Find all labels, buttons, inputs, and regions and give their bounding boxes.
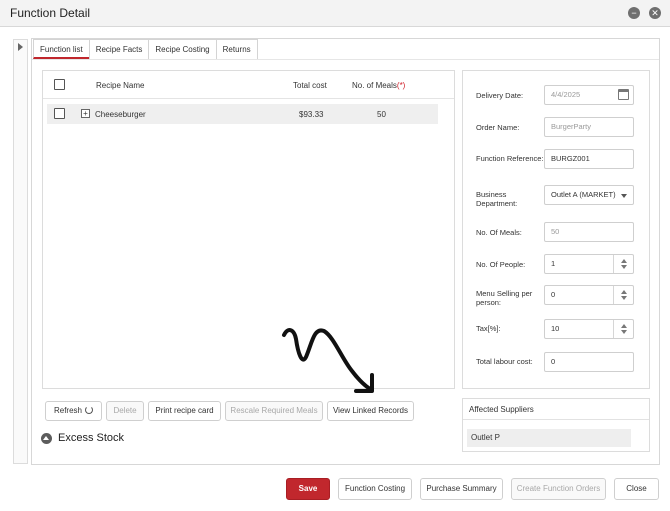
affected-suppliers-header: Affected Suppliers (463, 399, 649, 420)
minimize-icon[interactable]: − (628, 7, 640, 19)
no-of-people-label: No. Of People: (476, 260, 526, 269)
column-no-of-meals: No. of Meals(*) (352, 81, 406, 90)
cell-no-of-meals: 50 (377, 110, 386, 119)
select-all-checkbox[interactable] (54, 79, 65, 90)
business-department-select[interactable]: Outlet A (MARKET) (544, 185, 634, 205)
chevron-right-icon (18, 43, 23, 51)
title-bar: Function Detail − ✕ (0, 0, 670, 27)
tab-recipe-costing[interactable]: Recipe Costing (148, 39, 217, 59)
calendar-icon[interactable] (618, 89, 629, 100)
stepper-icon[interactable] (613, 286, 633, 304)
function-panel: Function list Recipe Facts Recipe Costin… (31, 38, 660, 465)
function-costing-button[interactable]: Function Costing (338, 478, 412, 500)
delivery-date-label: Delivery Date: (476, 91, 524, 100)
delivery-date-value: 4/4/2025 (551, 90, 581, 99)
expand-icon[interactable]: + (81, 109, 90, 118)
no-of-people-value: 1 (551, 259, 556, 268)
print-recipe-card-button[interactable]: Print recipe card (148, 401, 221, 421)
tab-recipe-facts[interactable]: Recipe Facts (88, 39, 150, 59)
affected-suppliers: Affected Suppliers Outlet P (462, 398, 650, 452)
list-item[interactable]: Outlet P (467, 429, 631, 447)
delivery-date-field[interactable]: 4/4/2025 (544, 85, 634, 105)
refresh-button[interactable]: Refresh (45, 401, 102, 421)
excess-stock-label: Excess Stock (58, 432, 125, 444)
column-recipe-name: Recipe Name (96, 81, 145, 90)
business-department-label: Business Department: (476, 190, 518, 208)
tab-bar: Function list Recipe Facts Recipe Costin… (33, 39, 258, 59)
order-name-label: Order Name: (476, 123, 520, 132)
no-of-people-stepper[interactable]: 1 (544, 254, 634, 274)
stepper-icon[interactable] (613, 320, 633, 338)
stepper-icon[interactable] (613, 255, 633, 273)
window-title: Function Detail (10, 6, 91, 20)
labour-cost-label: Total labour cost: (476, 357, 533, 366)
chevron-down-icon (621, 194, 627, 198)
annotation-arrow (282, 328, 374, 393)
purchase-summary-button[interactable]: Purchase Summary (420, 478, 503, 500)
table-header: Recipe Name Total cost No. of Meals(*) (43, 71, 454, 99)
tax-label: Tax[%]: (476, 324, 501, 333)
table-row[interactable]: + Cheeseburger $93.33 50 (47, 104, 438, 124)
menu-selling-value: 0 (551, 290, 556, 299)
tax-stepper[interactable]: 10 (544, 319, 634, 339)
tab-function-list[interactable]: Function list (33, 39, 90, 59)
create-function-orders-button[interactable]: Create Function Orders (511, 478, 606, 500)
close-button[interactable]: Close (614, 478, 659, 500)
menu-selling-label: Menu Selling per person: (476, 289, 533, 307)
labour-cost-field[interactable]: 0 (544, 352, 634, 372)
side-panel-toggle[interactable] (13, 39, 28, 464)
refresh-icon (85, 406, 93, 414)
function-reference-field[interactable]: BURGZ001 (544, 149, 634, 169)
function-reference-label: Function Reference: (476, 154, 544, 163)
no-of-meals-label: No. Of Meals: (476, 228, 522, 237)
tab-divider (32, 59, 659, 60)
recipe-list: Recipe Name Total cost No. of Meals(*) +… (42, 70, 455, 389)
tax-value: 10 (551, 324, 560, 333)
row-checkbox[interactable] (54, 108, 65, 119)
view-linked-records-button[interactable]: View Linked Records (327, 401, 414, 421)
save-button[interactable]: Save (286, 478, 330, 500)
menu-selling-stepper[interactable]: 0 (544, 285, 634, 305)
delete-button[interactable]: Delete (106, 401, 144, 421)
order-name-field[interactable]: BurgerParty (544, 117, 634, 137)
cell-total-cost: $93.33 (299, 110, 324, 119)
close-icon[interactable]: ✕ (649, 7, 661, 19)
tab-returns[interactable]: Returns (215, 39, 258, 59)
cell-recipe-name: Cheeseburger (95, 110, 146, 119)
function-form: Delivery Date: 4/4/2025 Order Name: Burg… (462, 70, 650, 389)
rescale-meals-button[interactable]: Rescale Required Meals (225, 401, 323, 421)
business-department-value: Outlet A (MARKET) (551, 190, 616, 199)
refresh-label: Refresh (53, 406, 82, 415)
no-of-meals-field[interactable]: 50 (544, 222, 634, 242)
column-total-cost: Total cost (293, 81, 327, 90)
chevron-up-icon[interactable] (41, 433, 52, 444)
